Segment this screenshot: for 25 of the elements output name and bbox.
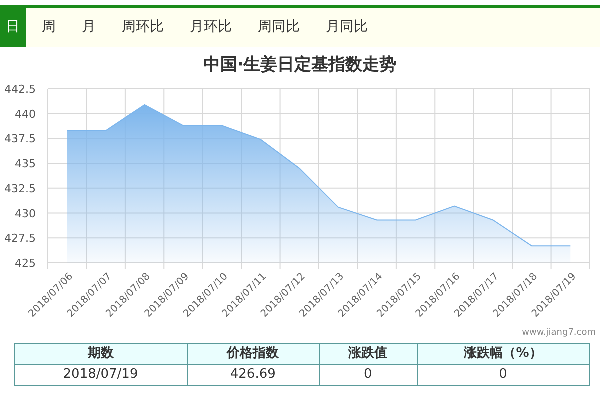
y-axis-label: 437.5	[4, 132, 36, 146]
y-axis-label: 442.5	[4, 82, 36, 96]
tab[interactable]: 月	[72, 8, 106, 47]
credits-text: www.jiang7.com	[522, 328, 596, 336]
tab[interactable]: 周环比	[112, 8, 174, 47]
y-axis-label: 440	[15, 107, 36, 120]
column-header: 涨跌幅（%）	[417, 343, 590, 364]
table-cell: 0	[417, 364, 590, 385]
column-header: 价格指数	[187, 343, 320, 364]
y-axis-label: 432.5	[4, 182, 36, 195]
table-cell: 2018/07/19	[14, 364, 187, 385]
tab[interactable]: 月环比	[180, 8, 242, 47]
tab[interactable]: 月同比	[316, 8, 378, 47]
tab[interactable]: 周同比	[248, 8, 310, 47]
tab[interactable]: 周	[32, 8, 66, 47]
chart-title: 中国·生姜日定基指数走势	[202, 54, 398, 77]
y-axis-label: 430	[15, 206, 36, 220]
table-cell: 0	[319, 364, 417, 385]
y-axis-label: 435	[15, 157, 36, 170]
table-cell: 426.69	[187, 364, 320, 385]
tab[interactable]: 日	[0, 8, 26, 47]
column-header: 涨跌值	[319, 343, 417, 364]
y-axis-label: 425	[15, 256, 36, 270]
y-axis-label: 427.5	[4, 232, 36, 245]
column-header: 期数	[14, 343, 187, 364]
